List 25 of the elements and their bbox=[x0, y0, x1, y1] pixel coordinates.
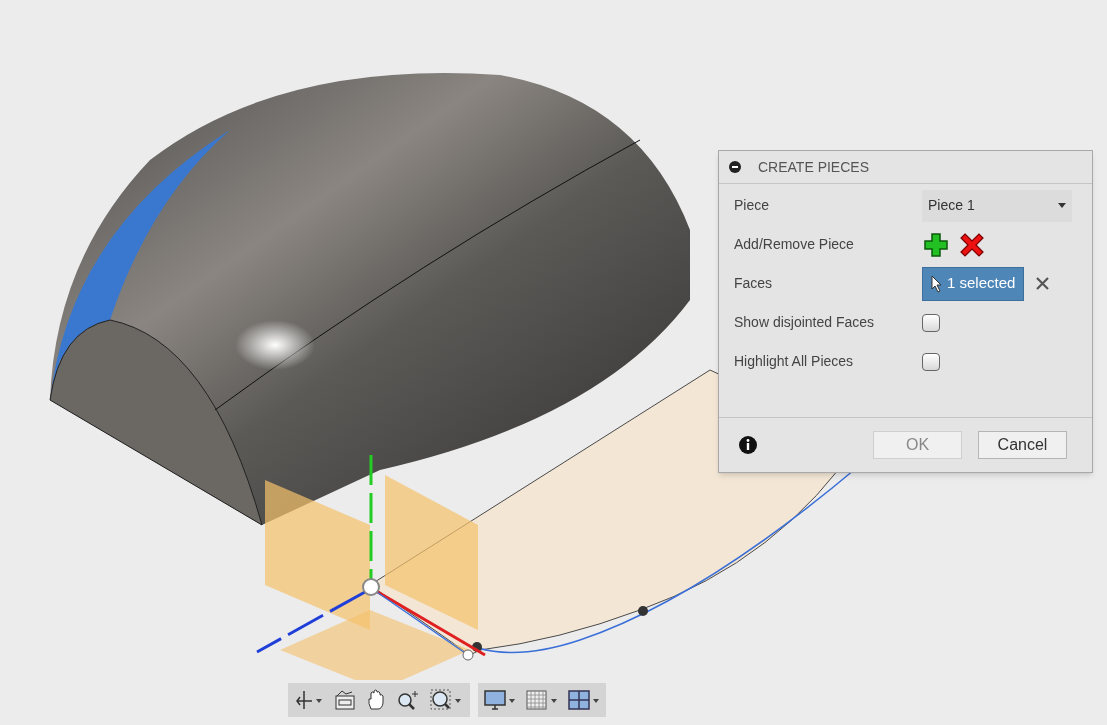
clear-icon[interactable] bbox=[1036, 277, 1050, 290]
field-label: Highlight All Pieces bbox=[734, 352, 855, 371]
field-label: Piece bbox=[734, 196, 771, 215]
hand-icon[interactable] bbox=[366, 689, 386, 711]
window-icon[interactable] bbox=[334, 689, 356, 711]
cursor-icon bbox=[931, 274, 943, 293]
plus-icon[interactable] bbox=[924, 232, 948, 257]
layout-icon[interactable] bbox=[568, 689, 600, 711]
dialog-title: CREATE PIECES bbox=[758, 157, 869, 177]
selection-button[interactable]: 1 selected bbox=[922, 266, 1025, 301]
close-icon[interactable] bbox=[960, 232, 984, 257]
zoom-icon[interactable] bbox=[396, 689, 420, 711]
field-label: Show disjointed Faces bbox=[734, 313, 876, 332]
collapse-icon[interactable] bbox=[729, 161, 741, 173]
field-label: Add/Remove Piece bbox=[734, 235, 855, 254]
caret-icon bbox=[1058, 203, 1066, 208]
zoom-window-icon[interactable] bbox=[430, 689, 464, 711]
info-icon[interactable] bbox=[739, 436, 757, 454]
field-label: Faces bbox=[734, 274, 774, 293]
grid-icon[interactable] bbox=[526, 689, 558, 711]
checkbox[interactable] bbox=[922, 352, 940, 371]
display-icon[interactable] bbox=[484, 689, 516, 711]
checkbox[interactable] bbox=[922, 313, 940, 332]
dialog-button[interactable]: Cancel bbox=[978, 431, 1067, 459]
piece-dropdown[interactable]: Piece 1 bbox=[922, 189, 1072, 222]
